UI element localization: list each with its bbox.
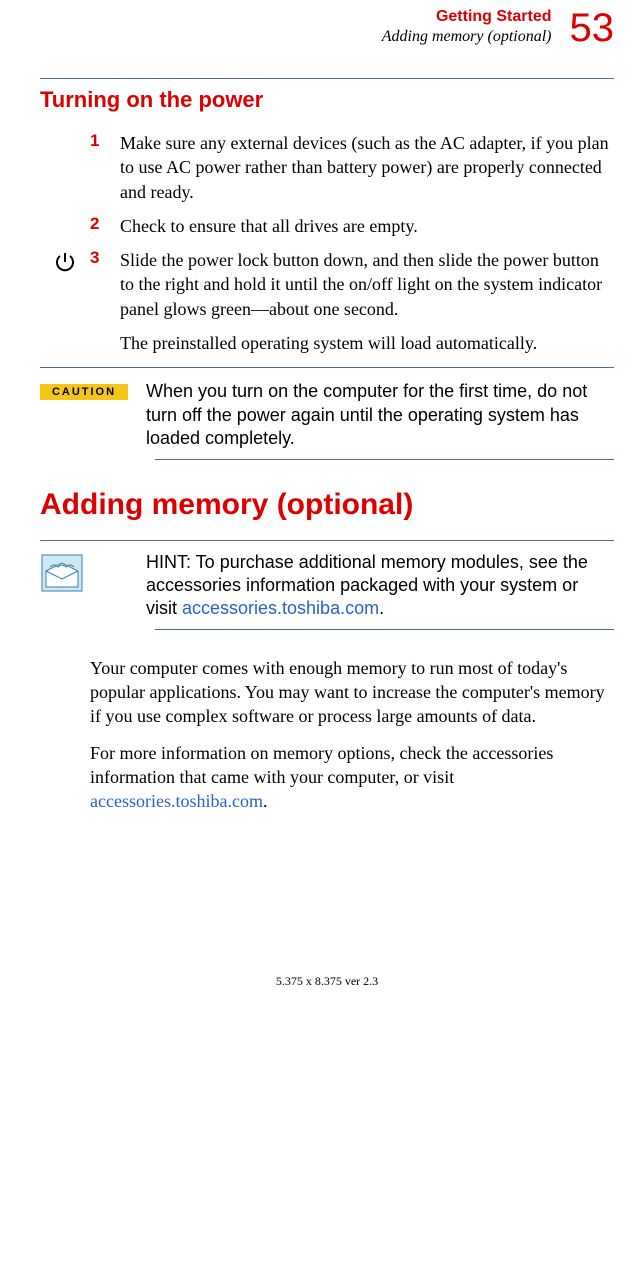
hint-link[interactable]: accessories.toshiba.com: [182, 598, 379, 618]
p2-suffix: .: [263, 791, 268, 811]
section-heading-power: Turning on the power: [40, 87, 614, 113]
step-number: 2: [90, 214, 120, 234]
divider: [40, 540, 614, 541]
hint-block: HINT: To purchase additional memory modu…: [40, 551, 614, 621]
p2-link[interactable]: accessories.toshiba.com: [90, 791, 263, 811]
step-3: 3 Slide the power lock button down, and …: [40, 248, 614, 321]
step-followup: The preinstalled operating system will l…: [120, 331, 614, 355]
caution-text: When you turn on the computer for the fi…: [146, 380, 614, 450]
divider: [40, 367, 614, 368]
body-paragraph-2: For more information on memory options, …: [90, 741, 614, 814]
chapter-title: Getting Started: [382, 8, 552, 26]
step-2: 2 Check to ensure that all drives are em…: [40, 214, 614, 238]
caution-label: CAUTION: [40, 384, 128, 400]
header-section: Adding memory (optional): [382, 28, 552, 46]
divider: [155, 629, 614, 630]
page-number: 53: [570, 8, 615, 48]
step-text: Make sure any external devices (such as …: [120, 131, 614, 204]
body-paragraph-1: Your computer comes with enough memory t…: [90, 656, 614, 729]
power-icon: [53, 250, 77, 279]
p2-prefix: For more information on memory options, …: [90, 743, 553, 787]
page-footer: 5.375 x 8.375 ver 2.3: [40, 974, 614, 989]
step-text: Slide the power lock button down, and th…: [120, 248, 614, 321]
section-heading-memory: Adding memory (optional): [40, 488, 614, 522]
step-1: 1 Make sure any external devices (such a…: [40, 131, 614, 204]
divider: [40, 78, 614, 79]
hint-suffix: .: [379, 598, 384, 618]
page-header: Getting Started Adding memory (optional)…: [40, 8, 614, 48]
hint-icon: [40, 553, 84, 598]
divider: [155, 459, 614, 460]
step-number: 3: [90, 248, 120, 268]
step-text: Check to ensure that all drives are empt…: [120, 214, 614, 238]
step-number: 1: [90, 131, 120, 151]
caution-block: CAUTION When you turn on the computer fo…: [40, 380, 614, 450]
hint-text: HINT: To purchase additional memory modu…: [146, 551, 614, 621]
